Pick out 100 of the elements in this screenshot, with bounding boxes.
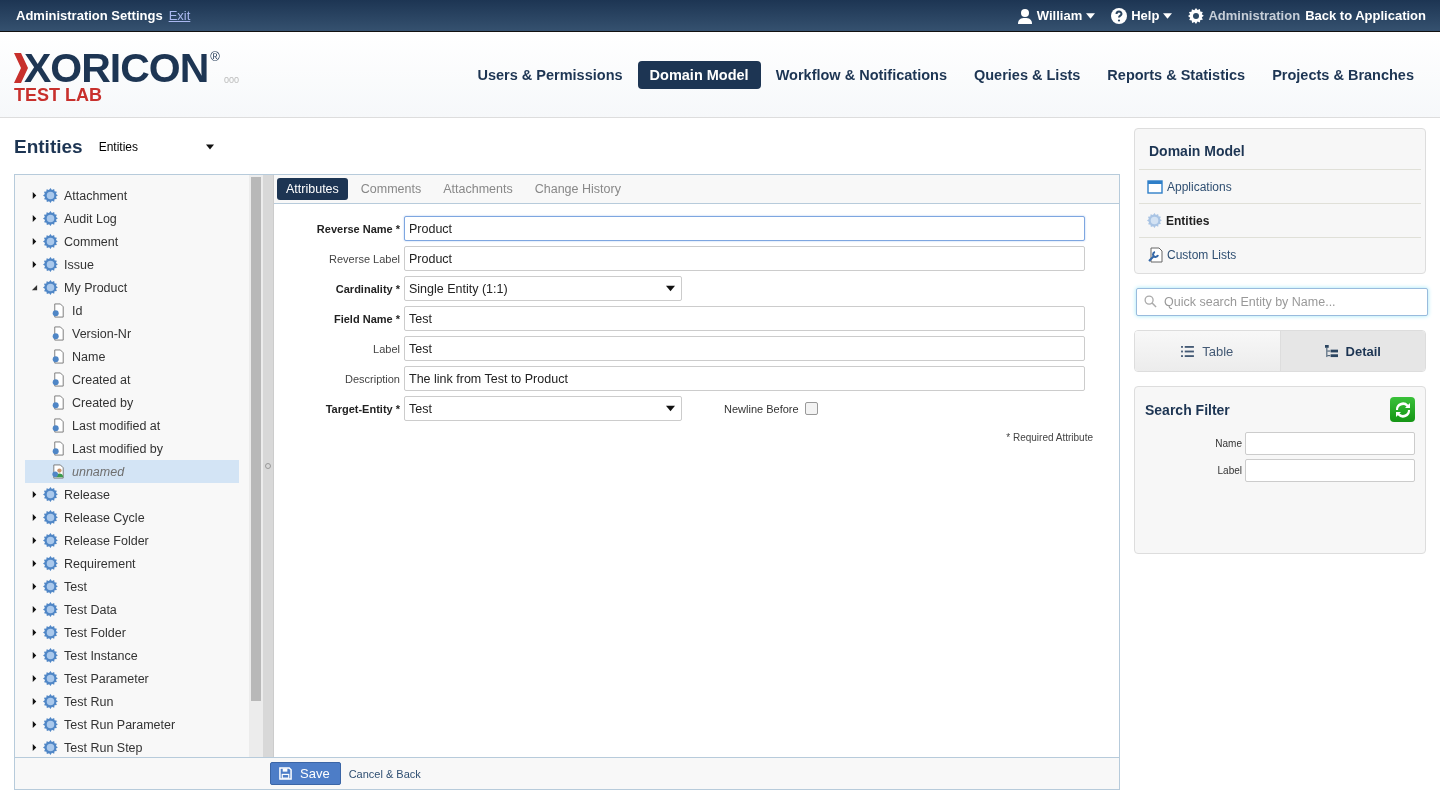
tree-item[interactable]: Test Run Parameter — [25, 713, 239, 736]
tree-item[interactable]: unnamed — [25, 460, 239, 483]
select-field[interactable]: Single Entity (1:1) — [404, 276, 682, 301]
caret-right-icon[interactable] — [31, 560, 38, 567]
caret-right-icon[interactable] — [31, 744, 38, 751]
view-toggle-button[interactable]: Detail — [1279, 331, 1425, 371]
caret-right-icon[interactable] — [31, 514, 38, 521]
caret-right-icon[interactable] — [31, 652, 38, 659]
nav-tab[interactable]: Domain Model — [637, 60, 761, 89]
tree-label: Version-Nr — [72, 326, 132, 341]
newline-before-checkbox[interactable] — [804, 402, 818, 415]
nav-tab[interactable]: Queries & Lists — [962, 60, 1093, 89]
tree-label: Attachment — [64, 188, 128, 203]
refresh-button[interactable] — [1390, 397, 1415, 422]
user-icon — [1016, 7, 1033, 24]
scrollbar-thumb[interactable] — [251, 177, 261, 701]
text-field[interactable]: Test — [404, 336, 1085, 361]
caret-down-icon[interactable] — [31, 284, 38, 291]
tree-item[interactable]: Id — [25, 299, 239, 322]
nav-tab[interactable]: Reports & Statistics — [1095, 60, 1258, 89]
nav-tab[interactable]: Workflow & Notifications — [763, 60, 959, 89]
caret-right-icon[interactable] — [31, 238, 38, 245]
sidebar-item[interactable]: Entities — [1139, 203, 1421, 237]
select-field[interactable]: Test — [404, 396, 682, 421]
text-field[interactable]: Test — [404, 306, 1085, 331]
tree-item[interactable]: Test Parameter — [25, 667, 239, 690]
caret-right-icon[interactable] — [31, 629, 38, 636]
filter-field[interactable] — [1245, 432, 1415, 455]
tree-item[interactable]: Test Data — [25, 598, 239, 621]
exit-link[interactable]: Exit — [168, 8, 191, 23]
caret-right-icon[interactable] — [31, 192, 38, 199]
text-field[interactable]: The link from Test to Product — [404, 366, 1085, 391]
tree-item[interactable]: Test Instance — [25, 644, 239, 667]
gear-icon — [43, 671, 58, 686]
field-label: Target-Entity * — [324, 402, 401, 415]
help-menu[interactable]: Help — [1111, 7, 1173, 24]
nav-tab[interactable]: Users & Permissions — [465, 60, 635, 89]
tree-label: Release Cycle — [64, 510, 145, 525]
entity-type-dropdown[interactable]: Entities — [92, 139, 220, 155]
tree-item[interactable]: Release Cycle — [25, 506, 239, 529]
save-button[interactable]: Save — [270, 762, 341, 785]
field-label: Field Name * — [332, 312, 401, 325]
tree-item[interactable]: Created at — [25, 368, 239, 391]
gear-icon — [43, 487, 58, 502]
nav-tab[interactable]: Projects & Branches — [1260, 60, 1426, 89]
tree-item[interactable]: Name — [25, 345, 239, 368]
person-document-icon — [51, 464, 66, 479]
caret-right-icon[interactable] — [31, 606, 38, 613]
caret-down-icon — [666, 285, 675, 292]
gear-icon — [1147, 213, 1162, 228]
quick-search-field[interactable]: Quick search Entity by Name... — [1136, 288, 1428, 316]
tree-item[interactable]: Comment — [25, 230, 239, 253]
detail-tab[interactable]: Change History — [525, 178, 630, 200]
text-field[interactable]: Product — [404, 246, 1085, 271]
tree-item[interactable]: My Product — [25, 276, 239, 299]
filter-field[interactable] — [1245, 459, 1415, 482]
tree-item[interactable]: Test Run — [25, 690, 239, 713]
tree-item[interactable]: Last modified at — [25, 414, 239, 437]
cancel-link[interactable]: Cancel & Back — [348, 767, 421, 780]
tree-label: Release — [64, 487, 110, 502]
tree-item[interactable]: Created by — [25, 391, 239, 414]
text-field[interactable]: Product — [404, 216, 1085, 241]
user-menu[interactable]: William — [1016, 7, 1096, 24]
sidebar-item[interactable]: Applications — [1139, 169, 1421, 203]
gear-icon — [43, 234, 58, 249]
detail-tab[interactable]: Attributes — [277, 178, 348, 200]
caret-right-icon[interactable] — [31, 698, 38, 705]
tree-item[interactable]: Test Run Step — [25, 736, 239, 757]
tree-item[interactable]: Version-Nr — [25, 322, 239, 345]
tree-label: Last modified at — [72, 418, 161, 433]
field-label: Reverse Label — [328, 252, 401, 265]
tree-label: Test — [64, 579, 87, 594]
detail-tab[interactable]: Comments — [351, 178, 431, 200]
caret-right-icon[interactable] — [31, 721, 38, 728]
document-icon — [51, 395, 66, 410]
caret-right-icon[interactable] — [31, 537, 38, 544]
gear-icon — [43, 694, 58, 709]
tree-item[interactable]: Test — [25, 575, 239, 598]
scrollbar[interactable] — [249, 175, 263, 757]
sidebar-item[interactable]: Custom Lists — [1139, 237, 1421, 271]
tree-item[interactable]: Release — [25, 483, 239, 506]
back-to-application-link[interactable]: Back to Application — [1305, 8, 1426, 23]
gear-icon — [43, 280, 58, 295]
tree-item[interactable]: Last modified by — [25, 437, 239, 460]
caret-right-icon[interactable] — [31, 491, 38, 498]
caret-right-icon[interactable] — [31, 583, 38, 590]
tree-item[interactable]: Attachment — [25, 184, 239, 207]
tree-item[interactable]: Requirement — [25, 552, 239, 575]
caret-right-icon[interactable] — [31, 261, 38, 268]
tree-item[interactable]: Issue — [25, 253, 239, 276]
logo-subtitle: TEST LAB — [14, 86, 103, 103]
view-toggle-button[interactable]: Table — [1135, 331, 1280, 371]
gear-icon — [43, 602, 58, 617]
caret-right-icon[interactable] — [31, 215, 38, 222]
search-icon — [1144, 295, 1157, 308]
tree-item[interactable]: Release Folder — [25, 529, 239, 552]
caret-right-icon[interactable] — [31, 675, 38, 682]
splitter-handle[interactable] — [263, 175, 274, 757]
tree-item[interactable]: Audit Log — [25, 207, 239, 230]
tree-item[interactable]: Test Folder — [25, 621, 239, 644]
